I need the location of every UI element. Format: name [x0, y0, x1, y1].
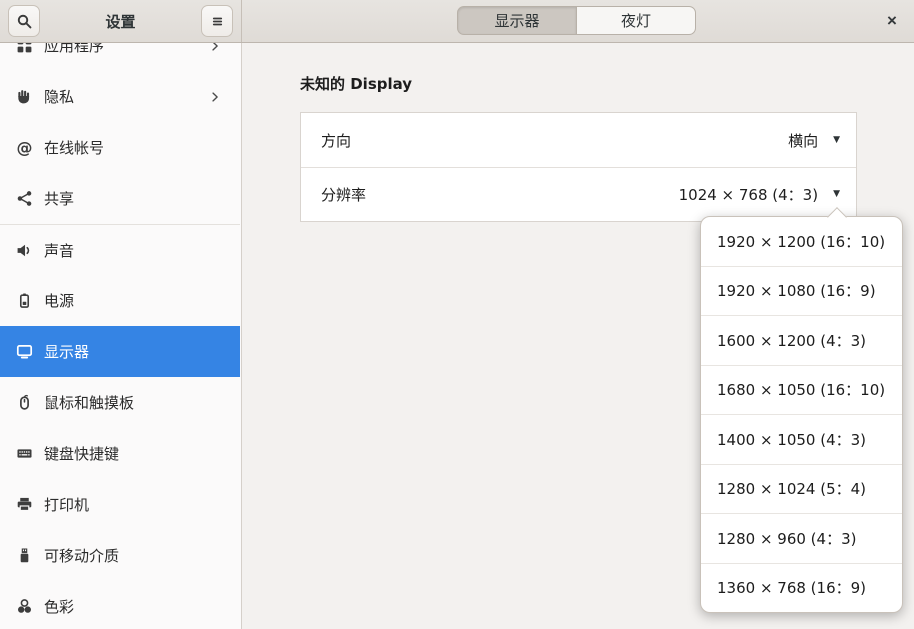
orientation-value: 横向 [788, 130, 818, 151]
sidebar-item-label: 在线帐号 [44, 137, 222, 158]
resolution-dropdown-popover: 1920 × 1200 (16：10)1920 × 1080 (16：9)160… [700, 216, 903, 613]
resolution-value: 1024 × 768 (4：3) [679, 184, 818, 205]
search-icon [16, 13, 33, 30]
resolution-dropdown[interactable]: 1024 × 768 (4：3) ▼ [679, 184, 840, 205]
menu-button[interactable] [201, 5, 233, 37]
content-header: 显示器夜灯 × [242, 0, 914, 42]
resolution-options-list: 1920 × 1200 (16：10)1920 × 1080 (16：9)160… [701, 217, 902, 612]
close-button[interactable]: × [876, 0, 908, 42]
resolution-option[interactable]: 1400 × 1050 (4：3) [701, 414, 902, 464]
tab-night-light[interactable]: 夜灯 [576, 6, 696, 35]
sidebar-item-power[interactable]: 电源 [0, 275, 240, 326]
sidebar: 应用程序隐私 @ 在线帐号共享声音电源显示器鼠标和触摸板键盘快捷键打印机可移动介质色… [0, 43, 242, 629]
sidebar-item-label: 可移动介质 [44, 545, 222, 566]
sidebar-item-mouse-touchpad[interactable]: 鼠标和触摸板 [0, 377, 240, 428]
sidebar-item-online-accounts[interactable]: @ 在线帐号 [0, 122, 240, 173]
resolution-option[interactable]: 1280 × 1024 (5：4) [701, 464, 902, 514]
tab-displays[interactable]: 显示器 [457, 6, 577, 35]
window-body: 应用程序隐私 @ 在线帐号共享声音电源显示器鼠标和触摸板键盘快捷键打印机可移动介质色… [0, 43, 914, 629]
sidebar-item-label: 电源 [44, 290, 222, 311]
sidebar-item-label: 共享 [44, 188, 222, 209]
dropdown-arrow-icon: ▼ [833, 136, 840, 145]
apps-grid-icon [16, 43, 33, 54]
printer-icon [16, 496, 33, 513]
sidebar-item-displays[interactable]: 显示器 [0, 326, 240, 377]
sidebar-item-applications[interactable]: 应用程序 [0, 43, 240, 71]
usb-icon [16, 547, 33, 564]
monitor-icon [16, 343, 33, 360]
speaker-icon [16, 242, 33, 259]
sidebar-header: 设置 [0, 0, 242, 42]
sidebar-list: 应用程序隐私 @ 在线帐号共享声音电源显示器鼠标和触摸板键盘快捷键打印机可移动介质色… [0, 43, 240, 629]
close-icon: × [887, 11, 897, 31]
resolution-row: 分辨率1024 × 768 (4：3) ▼ [301, 167, 856, 221]
dropdown-arrow-icon: ▼ [833, 190, 840, 199]
orientation-label: 方向 [321, 130, 788, 151]
sidebar-item-label: 隐私 [44, 86, 197, 107]
resolution-option[interactable]: 1360 × 768 (16：9) [701, 563, 902, 613]
privacy-hand-icon [16, 88, 33, 105]
resolution-option[interactable]: 1920 × 1080 (16：9) [701, 266, 902, 316]
chevron-right-icon [208, 43, 222, 53]
keyboard-icon [16, 445, 33, 462]
orientation-row: 方向横向 ▼ [301, 113, 856, 167]
resolution-option[interactable]: 1600 × 1200 (4：3) [701, 315, 902, 365]
sidebar-item-label: 打印机 [44, 494, 222, 515]
sidebar-item-sharing[interactable]: 共享 [0, 173, 240, 224]
display-settings-card: 方向横向 ▼ 分辨率1024 × 768 (4：3) ▼ [300, 112, 857, 222]
resolution-option[interactable]: 1280 × 960 (4：3) [701, 513, 902, 563]
sidebar-item-label: 键盘快捷键 [44, 443, 222, 464]
header-bar: 设置 显示器夜灯 × [0, 0, 914, 43]
color-icon [16, 598, 33, 615]
display-heading: 未知的 Display [300, 73, 412, 94]
chevron-right-icon [208, 90, 222, 104]
view-switcher: 显示器夜灯 [457, 6, 696, 35]
sidebar-item-label: 声音 [44, 240, 222, 261]
share-icon [16, 190, 33, 207]
sidebar-item-label: 应用程序 [44, 43, 197, 56]
search-button[interactable] [8, 5, 40, 37]
resolution-option[interactable]: 1920 × 1200 (16：10) [701, 217, 902, 266]
sidebar-item-label: 显示器 [44, 341, 222, 362]
at-icon: @ [16, 139, 33, 156]
battery-icon [16, 292, 33, 309]
settings-window: 设置 显示器夜灯 × 应用程序隐私@在线帐号共享声音电源显示器鼠标和触摸板键盘快… [0, 0, 914, 629]
resolution-option[interactable]: 1680 × 1050 (16：10) [701, 365, 902, 415]
mouse-icon [16, 394, 33, 411]
sidebar-item-keyboard-shortcuts[interactable]: 键盘快捷键 [0, 428, 240, 479]
sidebar-item-sound[interactable]: 声音 [0, 224, 240, 275]
menu-icon [209, 13, 226, 30]
sidebar-item-color[interactable]: 色彩 [0, 581, 240, 629]
sidebar-item-printers[interactable]: 打印机 [0, 479, 240, 530]
orientation-dropdown[interactable]: 横向 ▼ [788, 130, 840, 151]
sidebar-item-removable-media[interactable]: 可移动介质 [0, 530, 240, 581]
resolution-label: 分辨率 [321, 184, 679, 205]
sidebar-item-label: 色彩 [44, 596, 222, 617]
sidebar-item-privacy[interactable]: 隐私 [0, 71, 240, 122]
sidebar-item-label: 鼠标和触摸板 [44, 392, 222, 413]
